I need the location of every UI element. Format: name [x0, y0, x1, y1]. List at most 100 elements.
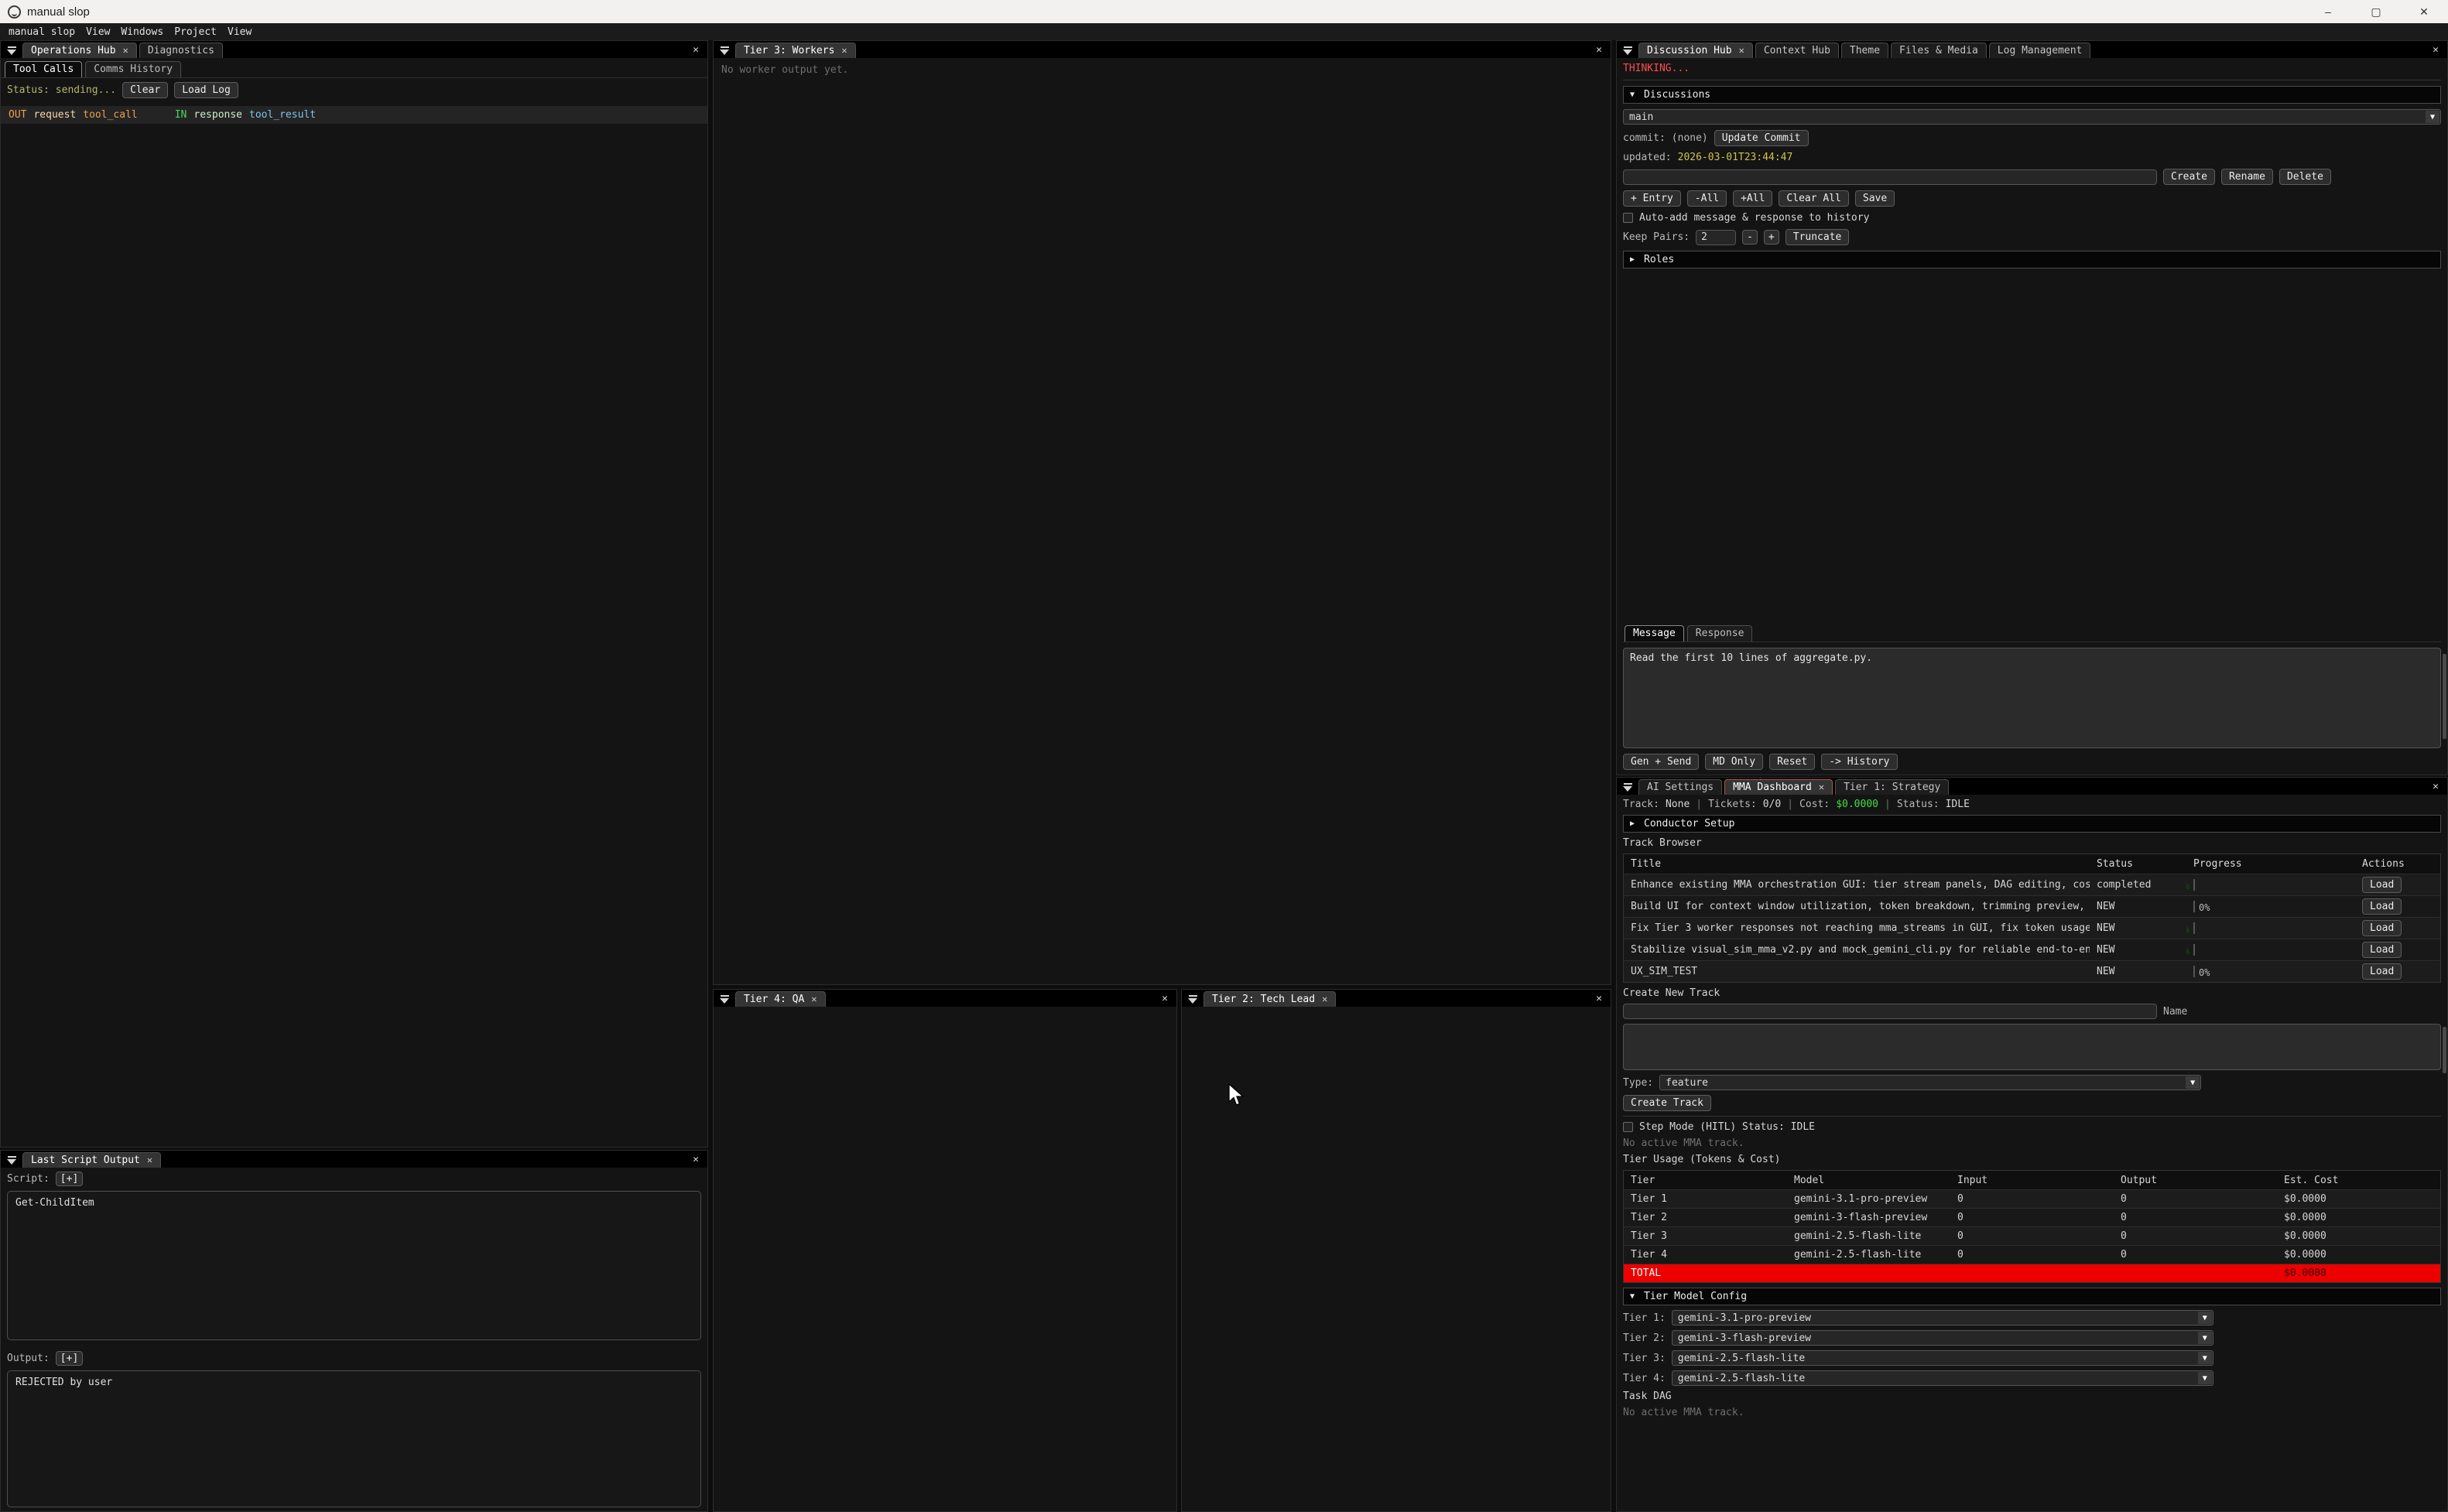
tab-mma-dashboard[interactable]: MMA Dashboard ✕: [1724, 779, 1833, 795]
tab-close-icon[interactable]: ✕: [123, 45, 128, 56]
discussion-name-input[interactable]: [1623, 169, 2157, 185]
track-label: Track:: [1623, 799, 1659, 810]
tier2-model-select[interactable]: gemini-3-flash-preview ▼: [1672, 1330, 2213, 1346]
tier1-model-select[interactable]: gemini-3.1-pro-preview ▼: [1672, 1310, 2213, 1326]
add-entry-button[interactable]: + Entry: [1623, 190, 1681, 207]
close-button[interactable]: ✕: [2400, 0, 2448, 23]
chevron-down-icon: ▼: [1630, 1292, 1635, 1301]
tab-tier3-workers[interactable]: Tier 3: Workers ✕: [735, 43, 856, 58]
panel-close-icon[interactable]: ✕: [2426, 44, 2445, 56]
tab-close-icon[interactable]: ✕: [841, 45, 847, 56]
discussion-select[interactable]: main ▼: [1623, 109, 2441, 125]
load-button[interactable]: Load: [2362, 942, 2402, 958]
output-label: Output:: [7, 1353, 50, 1364]
scrollbar-thumb[interactable]: [2443, 654, 2446, 739]
tab-theme[interactable]: Theme: [1841, 43, 1888, 58]
step-mode-checkbox[interactable]: [1623, 1122, 1633, 1132]
save-button[interactable]: Save: [1855, 190, 1895, 207]
track-description-textarea[interactable]: [1623, 1024, 2441, 1070]
reset-button[interactable]: Reset: [1769, 754, 1815, 770]
tab-log-management[interactable]: Log Management: [1989, 43, 2091, 58]
dock-menu-icon[interactable]: [716, 43, 733, 58]
tier-model-config-header[interactable]: ▼ Tier Model Config: [1623, 1288, 2441, 1305]
panel-close-icon[interactable]: ✕: [2426, 781, 2445, 792]
tab-close-icon[interactable]: ✕: [147, 1155, 152, 1165]
autoadd-checkbox[interactable]: [1623, 213, 1633, 223]
dock-menu-icon[interactable]: [3, 1152, 20, 1168]
maximize-button[interactable]: ▢: [2352, 0, 2400, 23]
tab-ai-settings[interactable]: AI Settings: [1638, 779, 1722, 795]
conductor-setup-header[interactable]: ▶ Conductor Setup: [1623, 815, 2441, 833]
script-expand-button[interactable]: [+]: [56, 1172, 83, 1186]
commit-label: commit:: [1623, 132, 1666, 144]
tab-close-icon[interactable]: ✕: [1322, 994, 1327, 1004]
tab-tier2-tech-lead[interactable]: Tier 2: Tech Lead ✕: [1203, 991, 1336, 1007]
dock-menu-icon[interactable]: [1184, 991, 1201, 1007]
output-box[interactable]: REJECTED by user: [7, 1370, 701, 1507]
panel-close-icon[interactable]: ✕: [686, 44, 705, 56]
load-button[interactable]: Load: [2362, 898, 2402, 915]
tab-diagnostics[interactable]: Diagnostics: [139, 43, 223, 58]
menu-view-2[interactable]: View: [222, 26, 257, 38]
roles-section-header[interactable]: ▶ Roles: [1623, 251, 2441, 269]
gen-send-button[interactable]: Gen + Send: [1623, 754, 1699, 770]
tab-close-icon[interactable]: ✕: [811, 994, 817, 1004]
dock-menu-icon[interactable]: [3, 43, 20, 58]
decrement-button[interactable]: -: [1742, 230, 1758, 245]
load-button[interactable]: Load: [2362, 963, 2402, 980]
delete-button[interactable]: Delete: [2279, 169, 2331, 185]
increment-button[interactable]: +: [1764, 230, 1779, 245]
dock-menu-icon[interactable]: [716, 991, 733, 1007]
tab-close-icon[interactable]: ✕: [1739, 45, 1744, 56]
subtab-comms-history[interactable]: Comms History: [85, 61, 181, 77]
panel-close-icon[interactable]: ✕: [1590, 993, 1608, 1004]
load-button[interactable]: Load: [2362, 920, 2402, 936]
tier4-model-select[interactable]: gemini-2.5-flash-lite ▼: [1672, 1370, 2213, 1386]
script-box[interactable]: Get-ChildItem: [7, 1191, 701, 1340]
track-type-select[interactable]: feature ▼: [1659, 1075, 2201, 1090]
dock-menu-icon[interactable]: [1619, 43, 1636, 58]
menu-manual-slop[interactable]: manual slop: [3, 26, 80, 38]
rename-button[interactable]: Rename: [2221, 169, 2273, 185]
message-textarea[interactable]: Read the first 10 lines of aggregate.py.: [1623, 648, 2441, 748]
keep-pairs-input[interactable]: [1696, 230, 1736, 245]
collapse-all-button[interactable]: -All: [1687, 190, 1727, 207]
scrollbar-thumb[interactable]: [2443, 1027, 2446, 1073]
tab-discussion-hub[interactable]: Discussion Hub ✕: [1638, 43, 1753, 58]
clear-button[interactable]: Clear: [122, 82, 168, 98]
clear-all-button[interactable]: Clear All: [1779, 190, 1848, 207]
chevron-down-icon: ▼: [2198, 1372, 2212, 1384]
discussions-section-header[interactable]: ▼ Discussions: [1623, 86, 2441, 104]
expand-all-button[interactable]: +All: [1733, 190, 1772, 207]
load-button[interactable]: Load: [2362, 877, 2402, 893]
minimize-button[interactable]: –: [2304, 0, 2352, 23]
menu-view[interactable]: View: [80, 26, 115, 38]
dock-menu-icon[interactable]: [1619, 779, 1636, 795]
menu-windows[interactable]: Windows: [115, 26, 169, 38]
tab-operations-hub[interactable]: Operations Hub ✕: [22, 43, 137, 58]
create-track-button[interactable]: Create Track: [1623, 1095, 1711, 1111]
panel-close-icon[interactable]: ✕: [1156, 993, 1174, 1004]
tab-close-icon[interactable]: ✕: [1819, 782, 1824, 792]
tab-context-hub[interactable]: Context Hub: [1755, 43, 1839, 58]
track-browser-table: Title Status Progress Actions Enhance ex…: [1623, 853, 2441, 983]
tab-message[interactable]: Message: [1625, 625, 1684, 641]
to-history-button[interactable]: -> History: [1821, 754, 1897, 770]
tab-response[interactable]: Response: [1687, 625, 1753, 641]
subtab-tool-calls[interactable]: Tool Calls: [5, 61, 82, 77]
tab-tier1-strategy[interactable]: Tier 1: Strategy: [1835, 779, 1949, 795]
create-button[interactable]: Create: [2163, 169, 2215, 185]
track-name-input[interactable]: [1623, 1004, 2157, 1019]
panel-close-icon[interactable]: ✕: [1590, 44, 1608, 56]
output-expand-button[interactable]: [+]: [56, 1351, 83, 1366]
md-only-button[interactable]: MD Only: [1705, 754, 1763, 770]
tier3-model-select[interactable]: gemini-2.5-flash-lite ▼: [1672, 1350, 2213, 1366]
panel-close-icon[interactable]: ✕: [686, 1154, 705, 1165]
load-log-button[interactable]: Load Log: [174, 82, 238, 98]
menu-project[interactable]: Project: [169, 26, 222, 38]
tab-tier4-qa[interactable]: Tier 4: QA ✕: [735, 991, 826, 1007]
truncate-button[interactable]: Truncate: [1785, 229, 1850, 245]
tab-last-script-output[interactable]: Last Script Output ✕: [22, 1152, 161, 1168]
update-commit-button[interactable]: Update Commit: [1714, 130, 1809, 146]
tab-files-media[interactable]: Files & Media: [1891, 43, 1987, 58]
